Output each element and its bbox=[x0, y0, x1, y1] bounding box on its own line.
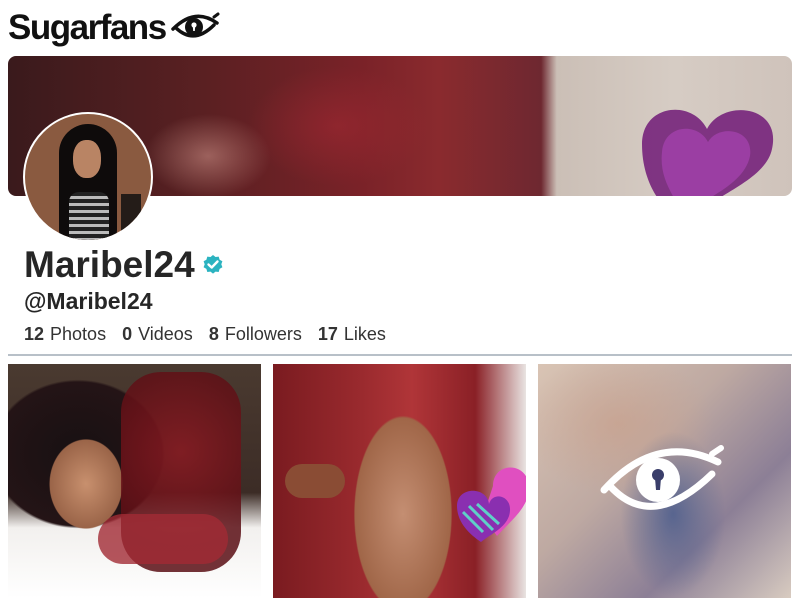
heart-decoration-icon bbox=[457, 467, 526, 542]
media-tile[interactable] bbox=[273, 364, 526, 598]
locked-media-tile[interactable] bbox=[538, 364, 791, 598]
stat-label: Followers bbox=[224, 324, 302, 344]
site-logo[interactable]: Sugarfans bbox=[8, 6, 220, 50]
profile-handle: @Maribel24 bbox=[24, 288, 153, 314]
stat-likes[interactable]: 17 Likes bbox=[318, 322, 386, 346]
stat-label: Photos bbox=[50, 324, 107, 344]
eye-keyhole-icon bbox=[600, 445, 724, 510]
stat-label: Likes bbox=[343, 324, 386, 344]
stat-count: 17 bbox=[317, 324, 338, 344]
stat-followers[interactable]: 8 Followers bbox=[209, 322, 302, 346]
profile-display-name: Maribel24 bbox=[24, 244, 224, 286]
display-name-text: Maribel24 bbox=[24, 244, 195, 285]
stat-label: Videos bbox=[138, 324, 193, 344]
section-divider bbox=[8, 354, 792, 356]
eye-keyhole-icon bbox=[170, 11, 220, 48]
media-grid bbox=[8, 364, 792, 598]
stat-videos[interactable]: 0 Videos bbox=[122, 322, 193, 346]
profile-stats: 12 Photos 0 Videos 8 Followers 17 Likes bbox=[24, 322, 386, 346]
stat-count: 8 bbox=[208, 324, 219, 344]
stat-count: 0 bbox=[122, 324, 133, 344]
verified-badge-icon bbox=[202, 254, 224, 281]
brand-name: Sugarfans bbox=[8, 8, 167, 47]
profile-page: Sugarfans Maribel24 @Maribel24 12 Photos… bbox=[0, 0, 800, 605]
stat-photos[interactable]: 12 Photos bbox=[24, 322, 106, 346]
profile-avatar[interactable] bbox=[23, 112, 153, 242]
media-tile[interactable] bbox=[8, 364, 261, 598]
stat-count: 12 bbox=[24, 324, 45, 344]
heart-decoration-icon bbox=[642, 109, 774, 196]
